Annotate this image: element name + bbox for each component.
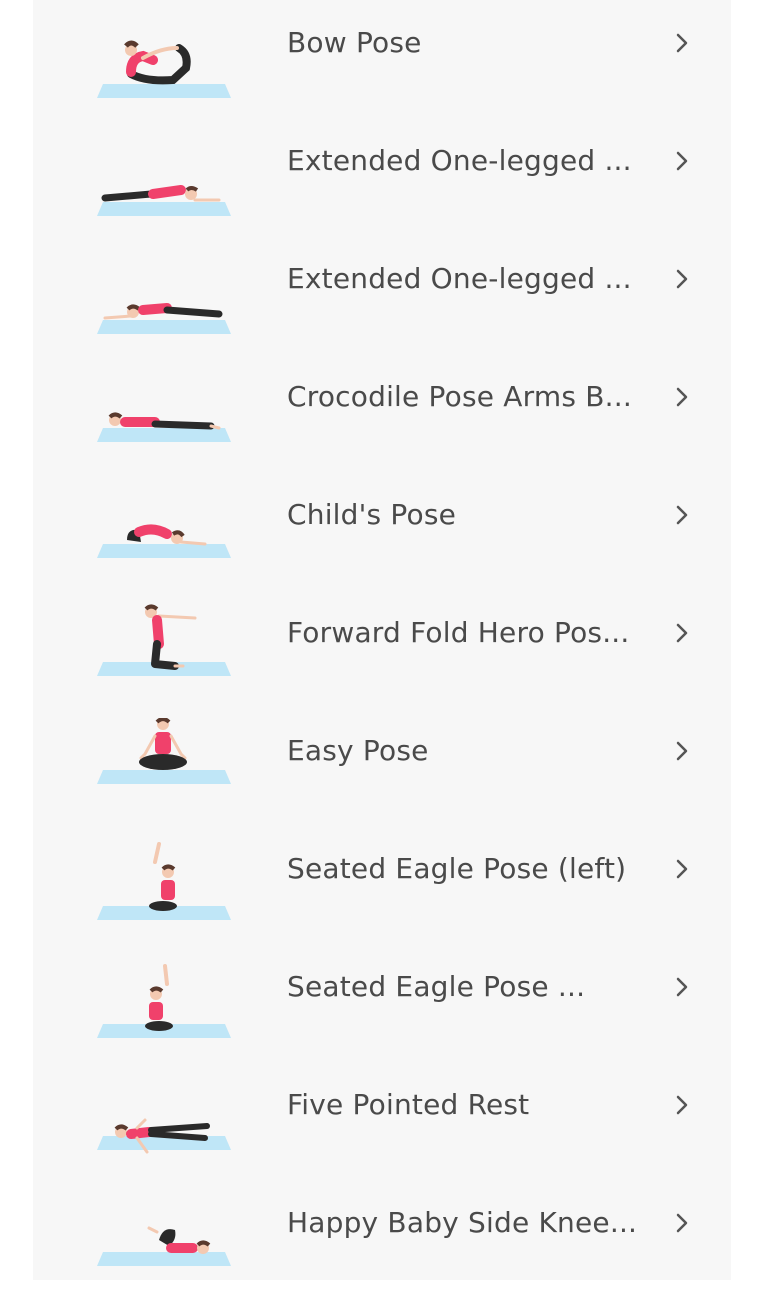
pose-name: Child's Pose — [287, 498, 457, 531]
pose-name: Happy Baby Side Knee... — [287, 1206, 638, 1239]
chevron-right-icon — [669, 620, 695, 646]
seated-eagle-illustration — [91, 836, 236, 924]
pose-name: Bow Pose — [287, 26, 422, 59]
list-item[interactable]: Seated Eagle Pose ... — [33, 944, 731, 1062]
list-item[interactable]: Happy Baby Side Knee... — [33, 1180, 731, 1298]
chevron-right-icon — [669, 384, 695, 410]
happy-baby-illustration — [91, 1190, 236, 1278]
pose-name: Forward Fold Hero Pos... — [287, 616, 630, 649]
chevron-right-icon — [669, 856, 695, 882]
seated-eagle-illustration — [91, 954, 236, 1042]
chevron-right-icon — [669, 1092, 695, 1118]
list-item[interactable]: Forward Fold Hero Pos... — [33, 590, 731, 708]
list-item[interactable]: Bow Pose — [33, 0, 731, 118]
childs-pose-illustration — [91, 482, 236, 570]
pose-name: Extended One-legged ... — [287, 144, 632, 177]
extended-one-legged-illustration — [91, 128, 236, 216]
list-item[interactable]: Extended One-legged ... — [33, 118, 731, 236]
extended-one-legged-illustration — [91, 246, 236, 334]
easy-pose-illustration — [91, 718, 236, 806]
chevron-right-icon — [669, 502, 695, 528]
pose-name: Five Pointed Rest — [287, 1088, 530, 1121]
list-item[interactable]: Crocodile Pose Arms B... — [33, 354, 731, 472]
chevron-right-icon — [669, 148, 695, 174]
bow-pose-illustration — [91, 10, 236, 98]
pose-name: Easy Pose — [287, 734, 429, 767]
chevron-right-icon — [669, 1210, 695, 1236]
pose-name: Crocodile Pose Arms B... — [287, 380, 632, 413]
chevron-right-icon — [669, 974, 695, 1000]
forward-fold-hero-illustration — [91, 600, 236, 688]
chevron-right-icon — [669, 738, 695, 764]
list-item[interactable]: Extended One-legged ... — [33, 236, 731, 354]
list-item[interactable]: Easy Pose — [33, 708, 731, 826]
list-item[interactable]: Five Pointed Rest — [33, 1062, 731, 1180]
pose-name: Seated Eagle Pose (left) — [287, 852, 627, 885]
pose-list: Bow Pose Extended One-legged ... Extende… — [33, 0, 731, 1280]
pose-name: Extended One-legged ... — [287, 262, 632, 295]
chevron-right-icon — [669, 30, 695, 56]
list-item[interactable]: Child's Pose — [33, 472, 731, 590]
pose-name: Seated Eagle Pose ... — [287, 970, 586, 1003]
five-pointed-rest-illustration — [91, 1072, 236, 1160]
crocodile-pose-illustration — [91, 364, 236, 452]
list-item[interactable]: Seated Eagle Pose (left) — [33, 826, 731, 944]
chevron-right-icon — [669, 266, 695, 292]
